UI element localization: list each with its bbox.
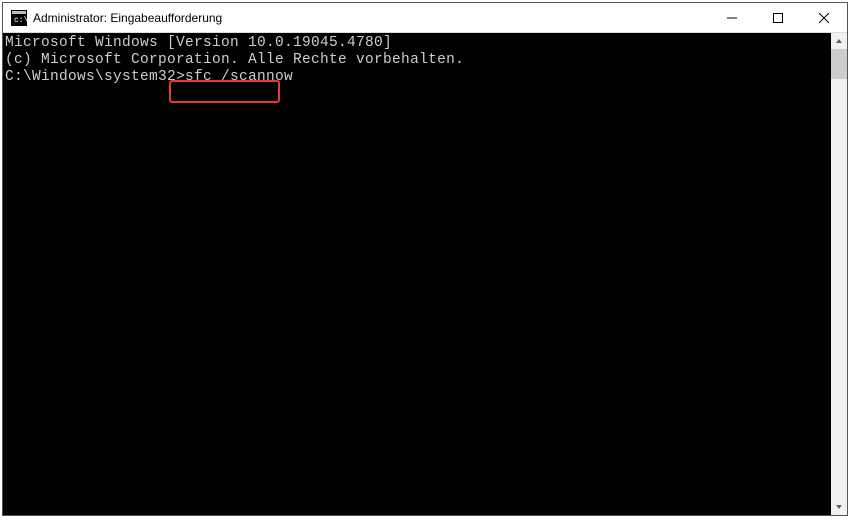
cmd-icon: c:\ [11,10,27,26]
close-button[interactable] [801,3,847,32]
terminal-container: Microsoft Windows [Version 10.0.19045.47… [3,33,847,515]
maximize-button[interactable] [755,3,801,32]
scrollbar-thumb[interactable] [831,49,847,79]
terminal-prompt: C:\Windows\system32> [5,69,185,85]
terminal-command: sfc /scannow [185,69,293,85]
scrollbar-down-button[interactable] [831,499,847,515]
terminal-output[interactable]: Microsoft Windows [Version 10.0.19045.47… [3,33,831,515]
svg-text:c:\: c:\ [14,16,27,25]
scrollbar-track[interactable] [831,49,847,499]
terminal-line-version: Microsoft Windows [Version 10.0.19045.47… [5,35,831,52]
terminal-line-copyright: (c) Microsoft Corporation. Alle Rechte v… [5,52,831,69]
command-prompt-window: c:\ Administrator: Eingabeaufforderung M… [2,2,848,516]
scrollbar-up-button[interactable] [831,33,847,49]
titlebar: c:\ Administrator: Eingabeaufforderung [3,3,847,33]
window-title: Administrator: Eingabeaufforderung [33,11,709,25]
terminal-prompt-line: C:\Windows\system32>sfc /scannow [5,69,831,86]
window-controls [709,3,847,32]
vertical-scrollbar[interactable] [831,33,847,515]
minimize-button[interactable] [709,3,755,32]
